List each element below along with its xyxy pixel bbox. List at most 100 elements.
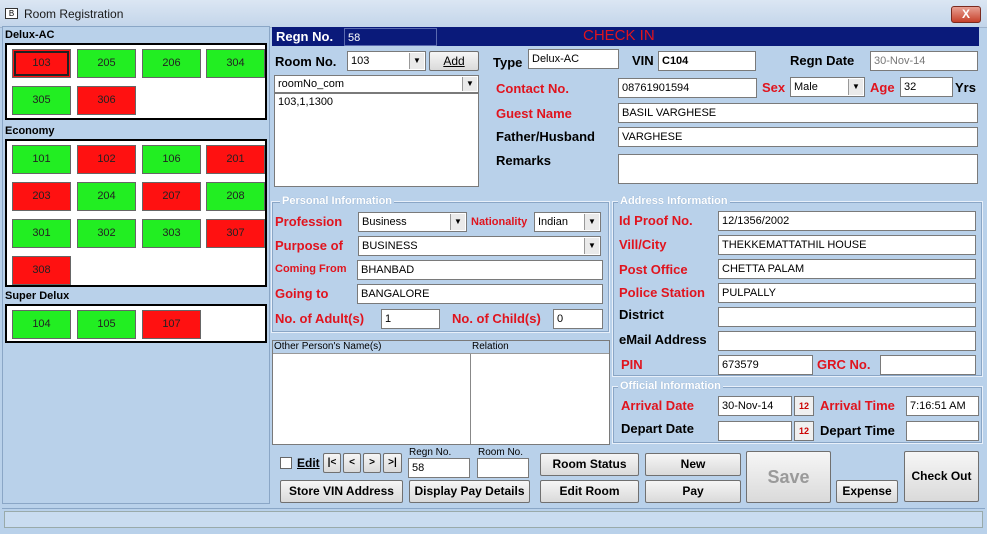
room-tile[interactable]: 201 [206,145,265,174]
room-tile[interactable]: 208 [206,182,265,211]
grc-label: GRC No. [817,357,871,372]
address-info-title: Address Information [618,195,730,207]
calendar-icon[interactable]: 12 [794,421,814,441]
display-pay-details-button[interactable]: Display Pay Details [409,480,530,503]
purpose-combo[interactable]: BUSINESS ▼ [358,236,601,256]
father-husband-field[interactable]: VARGHESE [618,127,978,147]
chevron-down-icon[interactable]: ▼ [409,53,424,69]
email-field[interactable] [718,331,976,351]
check-out-button[interactable]: Check Out [904,451,979,502]
remarks-field[interactable] [618,154,978,184]
pay-button[interactable]: Pay [645,480,741,503]
chevron-down-icon[interactable]: ▼ [584,238,599,254]
going-to-label: Going to [275,286,329,301]
room-status-button[interactable]: Room Status [540,453,639,476]
coming-from-field[interactable]: BHANBAD [357,260,603,280]
type-field[interactable]: Delux-AC [528,49,619,69]
purpose-label: Purpose of [275,238,343,253]
grid-divider [470,354,471,444]
room-group-super-delux: 104 105 107 [5,304,267,343]
depart-time-field[interactable] [906,421,979,441]
adults-label: No. of Adult(s) [275,311,365,326]
father-husband-label: Father/Husband [496,129,595,144]
email-label: eMail Address [619,332,707,347]
nationality-combo[interactable]: Indian ▼ [534,212,601,232]
contact-label: Contact No. [496,81,569,96]
district-field[interactable] [718,307,976,327]
purpose-value: BUSINESS [362,240,418,252]
contact-field[interactable]: 08761901594 [618,78,757,98]
add-room-button[interactable]: Add [429,51,479,71]
expense-button[interactable]: Expense [836,480,898,503]
edit-checkbox[interactable] [280,457,292,469]
nav-last-button[interactable]: >| [383,453,402,473]
adults-field[interactable]: 1 [381,309,440,329]
room-tile[interactable]: 206 [142,49,201,78]
chevron-down-icon[interactable]: ▼ [848,79,863,95]
room-no-combo[interactable]: 103 ▼ [347,51,426,71]
room-tile[interactable]: 105 [77,310,136,339]
room-tile[interactable]: 304 [206,49,265,78]
room-tile[interactable]: 107 [142,310,201,339]
arrival-time-field[interactable]: 7:16:51 AM [906,396,979,416]
room-tile[interactable]: 104 [12,310,71,339]
age-field[interactable]: 32 [900,77,953,97]
arrival-date-field[interactable]: 30-Nov-14 [718,396,792,416]
room-tile[interactable]: 203 [12,182,71,211]
grc-field[interactable] [880,355,976,375]
footer-regn-no-field[interactable]: 58 [408,458,470,478]
room-tile[interactable]: 103 [12,49,71,78]
regn-no-field[interactable]: 58 [344,28,437,46]
id-proof-field[interactable]: 12/1356/2002 [718,211,976,231]
going-to-field[interactable]: BANGALORE [357,284,603,304]
type-label: Type [493,55,523,70]
guest-name-field[interactable]: BASIL VARGHESE [618,103,978,123]
room-tile[interactable]: 301 [12,219,71,248]
room-tile[interactable]: 204 [77,182,136,211]
room-tile[interactable]: 102 [77,145,136,174]
profession-combo[interactable]: Business ▼ [358,212,467,232]
room-tile[interactable]: 207 [142,182,201,211]
room-tile[interactable]: 307 [206,219,265,248]
room-tile[interactable]: 106 [142,145,201,174]
list-item[interactable]: 103,1,1300 [278,96,475,108]
remarks-label: Remarks [496,153,551,168]
post-office-field[interactable]: CHETTA PALAM [718,259,976,279]
chevron-down-icon[interactable]: ▼ [450,214,465,230]
room-tile[interactable]: 305 [12,86,71,115]
chevron-down-icon[interactable]: ▼ [462,77,477,91]
room-tile[interactable]: 303 [142,219,201,248]
vin-field[interactable]: C104 [658,51,756,71]
sex-combo[interactable]: Male ▼ [790,77,865,97]
regn-no-label: Regn No. [276,29,334,44]
footer-room-no-field[interactable] [477,458,529,478]
nav-prev-button[interactable]: < [343,453,361,473]
personal-info-title: Personal Information [280,195,395,207]
close-button[interactable]: X [951,6,981,23]
chevron-down-icon[interactable]: ▼ [584,214,599,230]
childs-field[interactable]: 0 [553,309,603,329]
nationality-label: Nationality [471,216,528,228]
room-list[interactable]: 103,1,1300 [274,93,479,187]
room-tile[interactable]: 306 [77,86,136,115]
regn-date-field[interactable]: 30-Nov-14 [870,51,978,71]
store-vin-address-button[interactable]: Store VIN Address [280,480,403,503]
room-tile[interactable]: 302 [77,219,136,248]
new-button[interactable]: New [645,453,741,476]
room-tile[interactable]: 308 [12,256,71,285]
depart-date-field[interactable] [718,421,792,441]
footer-room-no-label: Room No. [478,447,524,458]
pin-field[interactable]: 673579 [718,355,813,375]
police-station-field[interactable]: PULPALLY [718,283,976,303]
room-list-combo[interactable]: roomNo_com ▼ [274,75,479,93]
edit-room-button[interactable]: Edit Room [540,480,639,503]
save-button[interactable]: Save [746,451,831,503]
group-label-delux-ac: Delux-AC [5,29,55,41]
nav-next-button[interactable]: > [363,453,381,473]
other-persons-grid[interactable]: Other Person's Name(s) Relation [272,340,610,445]
calendar-icon[interactable]: 12 [794,396,814,416]
nav-first-button[interactable]: |< [323,453,341,473]
vill-city-field[interactable]: THEKKEMATTATHIL HOUSE [718,235,976,255]
room-tile[interactable]: 205 [77,49,136,78]
room-tile[interactable]: 101 [12,145,71,174]
